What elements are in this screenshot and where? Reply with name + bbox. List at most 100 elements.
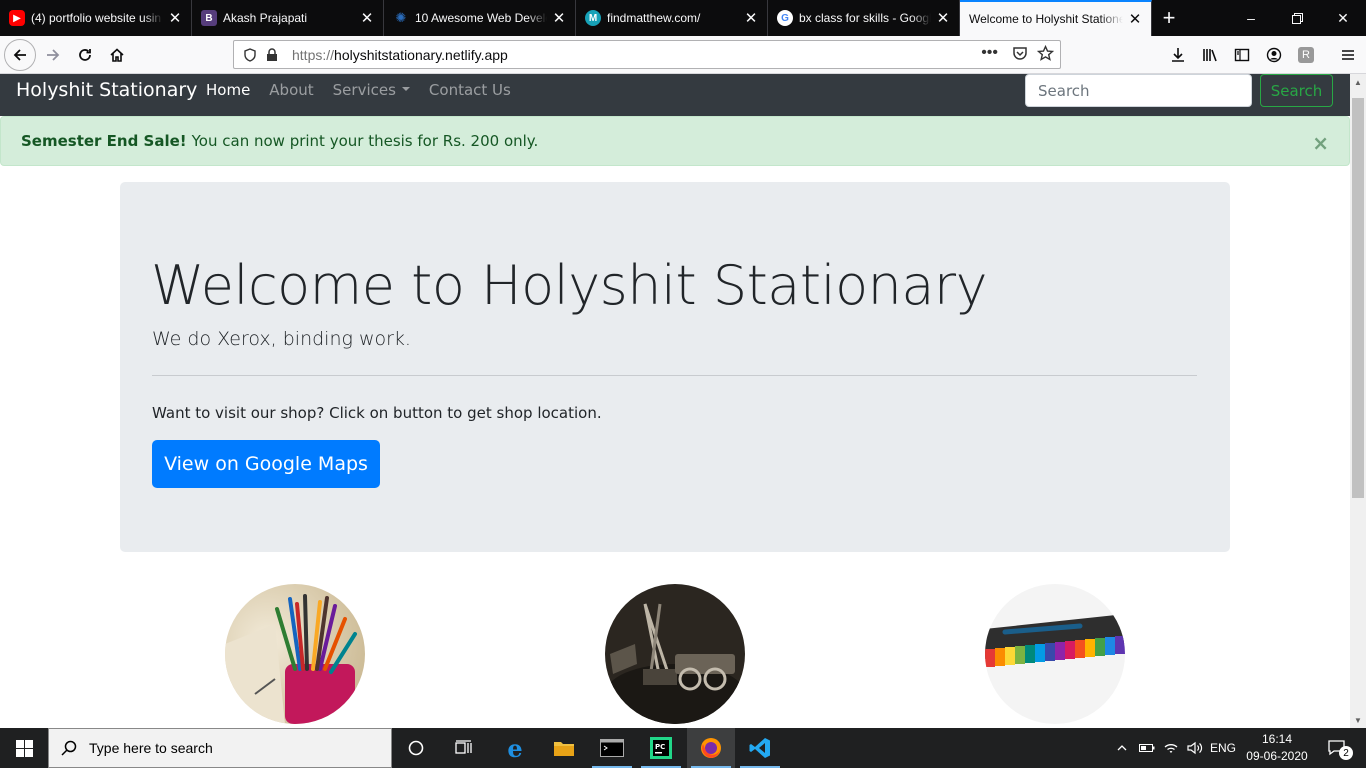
tab-title: (4) portfolio website usin (31, 11, 162, 25)
clock-time: 16:14 (1261, 732, 1293, 746)
site-search-button[interactable]: Search (1260, 74, 1333, 107)
browser-tab-active[interactable]: Welcome to Holyshit Statione ✕ (960, 0, 1152, 36)
file-explorer-icon[interactable] (540, 728, 588, 768)
site-navbar: Holyshit Stationary Home About Services … (0, 74, 1350, 116)
nav-links: Home About Services Contact Us (206, 81, 530, 99)
caret-down-icon (401, 87, 410, 91)
google-maps-button[interactable]: View on Google Maps (152, 440, 380, 488)
search-icon (61, 740, 77, 756)
vscode-icon[interactable] (736, 728, 784, 768)
nav-services-label: Services (332, 81, 396, 99)
alert-title: Semester End Sale! (21, 132, 187, 150)
bootstrap-icon: B (201, 10, 217, 26)
youtube-icon: ▶ (9, 10, 25, 26)
browser-tab[interactable]: ▶ (4) portfolio website usin ✕ (0, 0, 192, 36)
sidebar-icon[interactable] (1227, 40, 1257, 70)
nav-contact[interactable]: Contact Us (429, 81, 511, 99)
pocket-icon[interactable] (1012, 45, 1028, 64)
taskbar: Type here to search e PC ENG 16:14 09-06… (0, 728, 1366, 768)
task-view-icon[interactable] (440, 728, 488, 768)
web-page: Holyshit Stationary Home About Services … (0, 74, 1350, 728)
language-indicator[interactable]: ENG (1208, 728, 1238, 768)
battery-icon[interactable] (1136, 728, 1158, 768)
menu-icon[interactable] (1333, 40, 1363, 70)
scroll-up-icon[interactable]: ▲ (1350, 74, 1366, 90)
alert-text: You can now print your thesis for Rs. 20… (191, 132, 539, 150)
clock[interactable]: 16:14 09-06-2020 (1242, 728, 1312, 768)
scroll-down-icon[interactable]: ▼ (1350, 712, 1366, 728)
library-icon[interactable] (1195, 40, 1225, 70)
divider (152, 375, 1197, 376)
alert-close-button[interactable]: × (1312, 131, 1329, 155)
taskbar-search-box[interactable]: Type here to search (48, 728, 392, 768)
terminal-icon[interactable] (588, 728, 636, 768)
taskbar-search-placeholder: Type here to search (89, 740, 213, 756)
notification-center-icon[interactable]: 2 (1318, 728, 1358, 768)
sale-alert: Semester End Sale! You can now print you… (0, 116, 1350, 166)
close-icon[interactable]: ✕ (743, 9, 759, 27)
restore-button[interactable] (1274, 0, 1320, 36)
tab-title: findmatthew.com/ (607, 11, 701, 25)
home-icon[interactable] (102, 40, 132, 70)
bookmark-star-icon[interactable] (1036, 44, 1055, 65)
notebook-image (985, 584, 1125, 724)
extension-icon[interactable]: R (1291, 40, 1321, 70)
firefox-icon[interactable] (687, 728, 735, 768)
volume-icon[interactable] (1184, 728, 1206, 768)
lock-icon[interactable] (262, 47, 282, 62)
close-icon[interactable]: ✕ (359, 9, 375, 27)
notification-count: 2 (1339, 746, 1353, 760)
browser-toolbar: https://holyshitstationary.netlify.app •… (0, 36, 1366, 74)
close-icon[interactable]: ✕ (935, 9, 951, 27)
browser-tab[interactable]: M findmatthew.com/ ✕ (576, 0, 768, 36)
account-icon[interactable] (1259, 40, 1289, 70)
back-button[interactable] (4, 39, 36, 71)
hero-lead: We do Xerox, binding work. (152, 328, 411, 350)
scrollbar-thumb[interactable] (1352, 98, 1364, 498)
download-icon[interactable] (1163, 40, 1193, 70)
new-tab-button[interactable]: + (1152, 0, 1186, 36)
browser-tab[interactable]: G bx class for skills - Googl ✕ (768, 0, 960, 36)
minimize-button[interactable]: – (1228, 0, 1274, 36)
cortana-icon[interactable] (392, 728, 440, 768)
windows-icon (15, 739, 33, 757)
url-text: https://holyshitstationary.netlify.app (292, 46, 508, 63)
pencils-image (225, 584, 365, 724)
browser-tab-strip: ▶ (4) portfolio website usin ✕ B Akash P… (0, 0, 1366, 36)
tab-title: Welcome to Holyshit Statione (969, 12, 1123, 26)
nav-about[interactable]: About (269, 81, 313, 99)
url-bar[interactable]: https://holyshitstationary.netlify.app •… (233, 40, 1061, 69)
svg-text:PC: PC (655, 743, 665, 751)
medium-icon: ✺ (395, 10, 407, 25)
more-icon[interactable]: ••• (981, 44, 998, 62)
clock-date: 09-06-2020 (1246, 749, 1308, 763)
shield-icon[interactable] (240, 47, 260, 62)
nav-home[interactable]: Home (206, 81, 250, 99)
tray-expand-icon[interactable] (1112, 728, 1132, 768)
site-icon: M (585, 10, 601, 26)
nav-services-dropdown[interactable]: Services (333, 81, 410, 99)
close-icon[interactable]: ✕ (167, 9, 183, 27)
site-search-input[interactable] (1025, 74, 1252, 107)
hero-text: Want to visit our shop? Click on button … (152, 404, 602, 422)
pycharm-icon[interactable]: PC (637, 728, 685, 768)
hero-title: Welcome to Holyshit Stationary (151, 254, 988, 317)
tab-title: Akash Prajapati (223, 11, 308, 25)
binder-clips-image (605, 584, 745, 724)
close-icon[interactable]: ✕ (551, 9, 567, 27)
tab-title: bx class for skills - Googl (799, 11, 931, 25)
reload-icon[interactable] (70, 40, 100, 70)
browser-tab[interactable]: ✺ 10 Awesome Web Develo ✕ (384, 0, 576, 36)
forward-button[interactable] (38, 40, 68, 70)
edge-icon[interactable]: e (491, 728, 539, 768)
page-scrollbar[interactable]: ▲ ▼ (1350, 74, 1366, 728)
wifi-icon[interactable] (1160, 728, 1182, 768)
google-icon: G (777, 10, 793, 26)
tab-title: 10 Awesome Web Develo (415, 11, 547, 25)
site-brand[interactable]: Holyshit Stationary (16, 79, 197, 101)
start-button[interactable] (0, 728, 48, 768)
browser-tab[interactable]: B Akash Prajapati ✕ (192, 0, 384, 36)
hero-jumbotron: Welcome to Holyshit Stationary We do Xer… (120, 182, 1230, 552)
close-icon[interactable]: ✕ (1127, 10, 1143, 28)
close-window-button[interactable]: ✕ (1320, 0, 1366, 36)
